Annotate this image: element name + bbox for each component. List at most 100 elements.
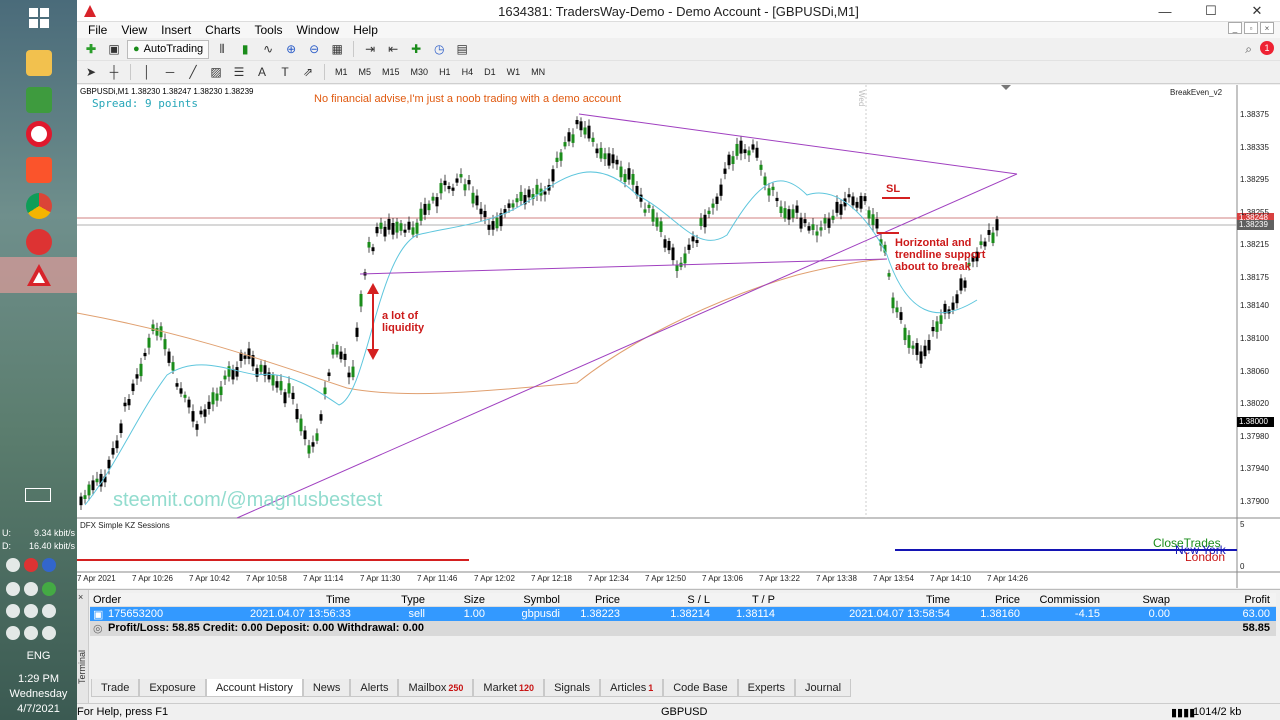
tray-icon[interactable] — [24, 582, 38, 596]
taskbar-metatrader[interactable] — [0, 257, 77, 293]
column-header-close-price[interactable]: Price — [970, 594, 1020, 606]
timeframe-m30[interactable]: M30 — [407, 67, 433, 77]
text-button[interactable]: A — [252, 63, 272, 81]
maximize-button[interactable]: ☐ — [1188, 0, 1234, 22]
timeframe-h1[interactable]: H1 — [435, 67, 455, 77]
chart-close-button[interactable]: × — [1260, 22, 1274, 34]
candle-chart-button[interactable]: ▮ — [235, 40, 255, 58]
timeframe-mn[interactable]: MN — [527, 67, 549, 77]
periods-button[interactable]: ◷ — [429, 40, 449, 58]
tray-icon[interactable] — [24, 604, 38, 618]
menu-charts[interactable]: Charts — [198, 23, 247, 37]
taskbar-app-green[interactable] — [0, 82, 77, 118]
chart-canvas[interactable] — [77, 85, 1280, 588]
timeframe-m5[interactable]: M5 — [355, 67, 376, 77]
tray-icon[interactable] — [6, 558, 20, 572]
column-header-size[interactable]: Size — [440, 594, 485, 606]
minimize-button[interactable]: — — [1142, 0, 1188, 22]
tray-icon[interactable] — [6, 626, 20, 640]
column-header-sl[interactable]: S / L — [650, 594, 710, 606]
channel-button[interactable]: ▨ — [206, 63, 226, 81]
keyboard-icon[interactable] — [25, 488, 51, 502]
menu-file[interactable]: File — [81, 23, 114, 37]
tray-icon[interactable] — [6, 582, 20, 596]
close-button[interactable]: ✕ — [1234, 0, 1280, 22]
trendline-button[interactable]: ╱ — [183, 63, 203, 81]
timeframe-d1[interactable]: D1 — [480, 67, 500, 77]
chart-restore-button[interactable]: ▫ — [1244, 22, 1258, 34]
wifi-icon[interactable] — [24, 626, 38, 640]
tab-mailbox[interactable]: Mailbox 250 — [398, 679, 474, 697]
tab-journal[interactable]: Journal — [794, 679, 852, 697]
menu-help[interactable]: Help — [346, 23, 385, 37]
language-indicator[interactable]: ENG — [0, 650, 77, 662]
title-bar[interactable]: 1634381: TradersWay-Demo - Demo Account … — [77, 0, 1280, 22]
taskbar-file-explorer[interactable] — [0, 45, 77, 81]
tray-icon[interactable] — [24, 558, 38, 572]
timeframe-m1[interactable]: M1 — [331, 67, 352, 77]
bar-chart-button[interactable]: ⫴ — [212, 40, 232, 58]
autoscroll-button[interactable]: ⇤ — [383, 40, 403, 58]
templates-button[interactable]: ▤ — [452, 40, 472, 58]
column-header-order[interactable]: Order — [93, 594, 121, 606]
label-button[interactable]: T — [275, 63, 295, 81]
system-clock[interactable]: 1:29 PM Wednesday 4/7/2021 — [0, 672, 77, 717]
new-chart-button[interactable]: ✚ — [81, 40, 101, 58]
tab-trade[interactable]: Trade — [91, 679, 140, 697]
taskbar-app-red[interactable] — [0, 224, 77, 260]
tab-code-base[interactable]: Code Base — [663, 679, 738, 697]
line-chart-button[interactable]: ∿ — [258, 40, 278, 58]
autotrading-button[interactable]: ● AutoTrading — [127, 39, 210, 59]
tab-signals[interactable]: Signals — [544, 679, 601, 697]
column-header-profit[interactable]: Profit — [1200, 594, 1270, 606]
tab-articles[interactable]: Articles 1 — [600, 679, 664, 697]
terminal-close-icon[interactable]: × — [78, 592, 83, 602]
horizontal-line-button[interactable]: ─ — [160, 63, 180, 81]
menu-insert[interactable]: Insert — [154, 23, 198, 37]
tray-icon[interactable] — [6, 604, 20, 618]
notification-badge[interactable]: 1 — [1260, 41, 1274, 55]
menu-window[interactable]: Window — [290, 23, 347, 37]
column-header-commission[interactable]: Commission — [1030, 594, 1100, 606]
cursor-button[interactable]: ➤ — [81, 63, 101, 81]
timeframe-m15[interactable]: M15 — [378, 67, 404, 77]
column-header-type[interactable]: Type — [380, 594, 425, 606]
start-button[interactable] — [0, 0, 77, 36]
tray-icon[interactable] — [42, 604, 56, 618]
menu-tools[interactable]: Tools — [248, 23, 290, 37]
price-chart[interactable]: GBPUSDi,M1 1.38230 1.38247 1.38230 1.382… — [77, 85, 1280, 588]
tab-exposure[interactable]: Exposure — [139, 679, 206, 697]
timeframe-h4[interactable]: H4 — [458, 67, 478, 77]
tab-account-history[interactable]: Account History — [205, 679, 303, 697]
tab-market[interactable]: Market 120 — [473, 679, 545, 697]
tray-icon[interactable] — [42, 558, 56, 572]
tray-icon[interactable] — [42, 582, 56, 596]
column-header-symbol[interactable]: Symbol — [500, 594, 560, 606]
timeframe-w1[interactable]: W1 — [503, 67, 525, 77]
column-header-close-time[interactable]: Time — [880, 594, 950, 606]
taskbar-opera[interactable] — [0, 116, 77, 152]
column-header-tp[interactable]: T / P — [715, 594, 775, 606]
arrows-button[interactable]: ⇗ — [298, 63, 318, 81]
search-icon[interactable]: ⌕ — [1245, 42, 1252, 57]
tab-news[interactable]: News — [302, 679, 351, 697]
table-row[interactable]: ▣ 175653200 2021.04.07 13:56:33 sell 1.0… — [90, 607, 1276, 621]
chart-minimize-button[interactable]: _ — [1228, 22, 1242, 34]
column-header-swap[interactable]: Swap — [1110, 594, 1170, 606]
tab-experts[interactable]: Experts — [737, 679, 795, 697]
zoom-out-button[interactable]: ⊖ — [304, 40, 324, 58]
column-header-time[interactable]: Time — [290, 594, 350, 606]
vertical-line-button[interactable]: │ — [137, 63, 157, 81]
volume-icon[interactable] — [42, 626, 56, 640]
profiles-button[interactable]: ▣ — [104, 40, 124, 58]
taskbar-chrome[interactable] — [0, 188, 77, 224]
taskbar-brave[interactable] — [0, 152, 77, 188]
chart-shift-button[interactable]: ⇥ — [360, 40, 380, 58]
zoom-in-button[interactable]: ⊕ — [281, 40, 301, 58]
fibonacci-button[interactable]: ☰ — [229, 63, 249, 81]
tab-alerts[interactable]: Alerts — [350, 679, 399, 697]
menu-view[interactable]: View — [114, 23, 154, 37]
tile-windows-button[interactable]: ▦ — [327, 40, 347, 58]
crosshair-button[interactable]: ┼ — [104, 63, 124, 81]
column-header-price[interactable]: Price — [570, 594, 620, 606]
